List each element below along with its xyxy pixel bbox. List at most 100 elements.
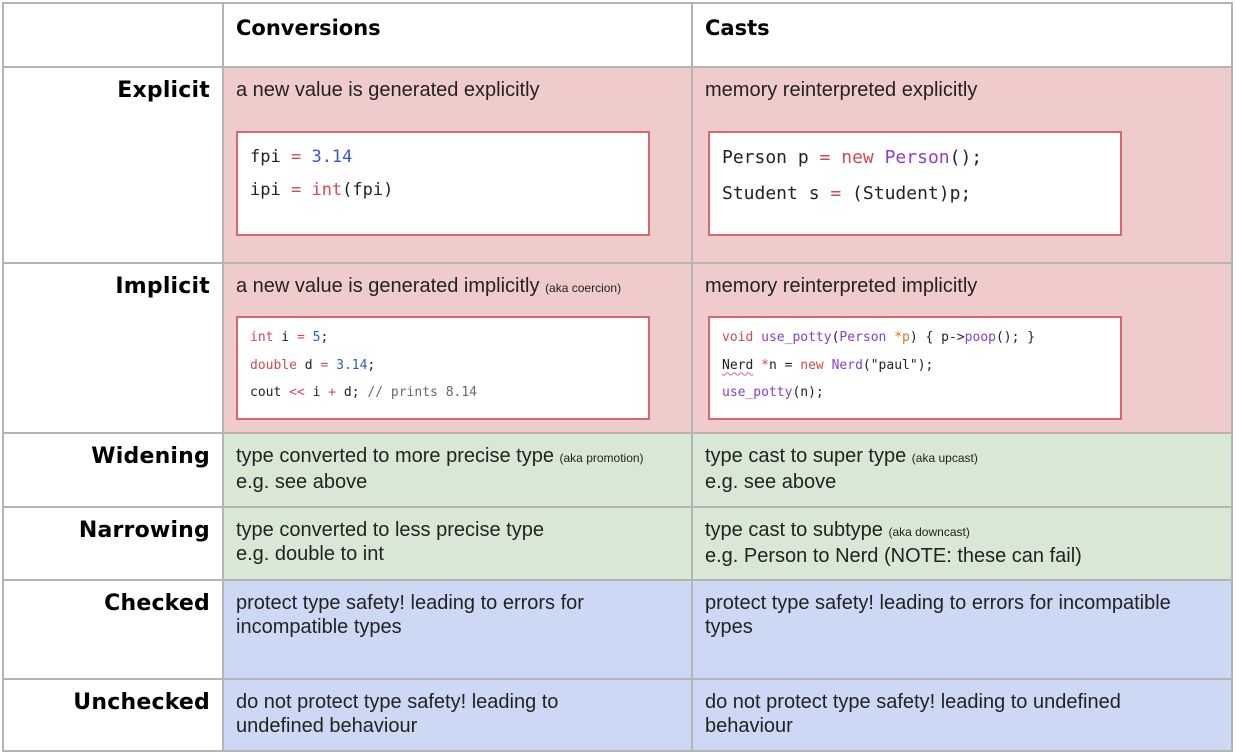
widening-casts-text: type cast to super type (aka upcast) e.g.…	[705, 444, 1221, 494]
code-token: (Student)p;	[841, 183, 972, 204]
unchecked-conversions-cell: do not protect type safety! leading to u…	[224, 680, 693, 752]
example: e.g. see above	[705, 471, 837, 493]
code-line: int i = 5;	[250, 330, 328, 345]
row-label-cell-widening: Widening	[2, 434, 224, 508]
code-token: 3.14	[311, 147, 353, 167]
code-line: ipi = int(fpi)	[250, 180, 393, 200]
row-label-widening: Widening	[91, 444, 210, 469]
header-conversions-cell: Conversions	[224, 2, 693, 68]
code-token: new	[800, 357, 824, 373]
column-header-casts: Casts	[705, 16, 770, 40]
code-token: =	[819, 147, 831, 168]
row-label-cell-narrowing: Narrowing	[2, 508, 224, 581]
code-token: *p	[894, 330, 910, 345]
code-token: =	[290, 147, 302, 167]
code-token: ipi	[250, 180, 291, 200]
description: type converted to more precise type	[236, 445, 554, 467]
code-snippet-explicit-conversion: fpi = 3.14 ipi = int(fpi)	[236, 131, 650, 236]
code-line: void use_potty(Person *p) { p->poop(); }	[722, 330, 1035, 345]
row-label-narrowing: Narrowing	[78, 518, 210, 543]
code-token: // prints 8.14	[367, 385, 477, 400]
row-label-implicit: Implicit	[115, 274, 210, 299]
narrowing-conversions-text: type converted to less precise type e.g. …	[236, 518, 681, 566]
code-token: ) { p->	[909, 330, 965, 345]
row-label-cell-explicit: Explicit	[2, 68, 224, 264]
description: memory reinterpreted implicitly	[705, 275, 978, 297]
code-token: (fpi)	[342, 180, 394, 200]
code-token: =	[296, 330, 305, 345]
code-token: *	[761, 357, 769, 373]
code-token: (); }	[995, 330, 1036, 345]
row-label-unchecked: Unchecked	[73, 690, 210, 715]
code-line: use_potty(n);	[722, 385, 824, 400]
widening-conversions-text: type converted to more precise type (aka…	[236, 444, 681, 494]
code-line: cout << i + d; // prints 8.14	[250, 385, 477, 400]
code-token: +	[328, 385, 337, 400]
code-token: =	[290, 180, 302, 200]
widening-conversions-cell: type converted to more precise type (aka…	[224, 434, 693, 508]
code-snippet-implicit-cast: void use_potty(Person *p) { p->poop(); }…	[708, 316, 1122, 420]
code-token: ;	[320, 330, 329, 345]
aka-note: (aka upcast)	[911, 451, 978, 465]
unchecked-conversions-text: do not protect type safety! leading to u…	[236, 691, 559, 737]
description: type cast to subtype	[705, 519, 883, 541]
comparison-table: Conversions Casts Explicit a new value i…	[2, 2, 1233, 752]
explicit-conversions-cell: a new value is generated explicitly fpi …	[224, 68, 693, 264]
aka-note: (aka promotion)	[559, 451, 644, 465]
code-token: Nerd	[831, 357, 863, 373]
column-header-conversions: Conversions	[236, 16, 381, 40]
code-line: double d = 3.14;	[250, 358, 375, 373]
narrowing-casts-text: type cast to subtype (aka downcast) e.g. …	[705, 518, 1221, 568]
description: type cast to super type	[705, 445, 907, 467]
explicit-casts-cell: memory reinterpreted explicitly Person p…	[693, 68, 1233, 264]
description: a new value is generated explicitly	[236, 79, 540, 101]
code-token: void	[722, 330, 754, 345]
code-token: (n);	[792, 385, 824, 400]
implicit-conversions-cell: a new value is generated implicitly (aka…	[224, 264, 693, 434]
widening-casts-cell: type cast to super type (aka upcast) e.g.…	[693, 434, 1233, 508]
code-token: d;	[336, 385, 368, 400]
checked-casts-cell: protect type safety! leading to errors f…	[693, 581, 1233, 680]
code-token: ;	[367, 357, 376, 373]
code-token: cout	[250, 385, 290, 400]
description: a new value is generated implicitly	[236, 275, 540, 297]
checked-conversions-text: protect type safety! leading to errors f…	[236, 592, 584, 638]
checked-casts-text: protect type safety! leading to errors f…	[705, 592, 1171, 638]
code-token: new	[841, 147, 874, 168]
narrowing-conversions-cell: type converted to less precise type e.g. …	[224, 508, 693, 581]
code-token: int	[250, 330, 274, 345]
code-token: ();	[949, 147, 983, 168]
code-token: d	[296, 357, 321, 373]
unchecked-casts-cell: do not protect type safety! leading to u…	[693, 680, 1233, 752]
row-label-cell-checked: Checked	[2, 581, 224, 680]
code-line: Student s = (Student)p;	[722, 183, 971, 204]
code-line: Nerd *n = new Nerd("paul");	[722, 358, 933, 373]
implicit-casts-text: memory reinterpreted implicitly	[705, 274, 1221, 298]
code-snippet-explicit-cast: Person p = new Person(); Student s = (Stu…	[708, 131, 1122, 236]
row-label-explicit: Explicit	[117, 78, 210, 103]
code-token: double	[250, 357, 297, 373]
aka-note: (aka coercion)	[545, 281, 622, 295]
row-label-checked: Checked	[104, 591, 210, 616]
code-token: =	[830, 183, 842, 204]
row-label-cell-implicit: Implicit	[2, 264, 224, 434]
description: type converted to less precise type	[236, 519, 544, 541]
code-token: Nerd	[722, 357, 754, 373]
row-label-cell-unchecked: Unchecked	[2, 680, 224, 752]
code-snippet-implicit-conversion: int i = 5; double d = 3.14; cout << i + d;…	[236, 316, 650, 420]
explicit-casts-text: memory reinterpreted explicitly	[705, 78, 1221, 102]
example: e.g. double to int	[236, 543, 384, 565]
code-token: use_potty	[761, 330, 832, 345]
checked-conversions-cell: protect type safety! leading to errors f…	[224, 581, 693, 680]
code-token: i	[273, 330, 297, 345]
code-token: n =	[768, 357, 801, 373]
code-token: int	[311, 180, 343, 200]
